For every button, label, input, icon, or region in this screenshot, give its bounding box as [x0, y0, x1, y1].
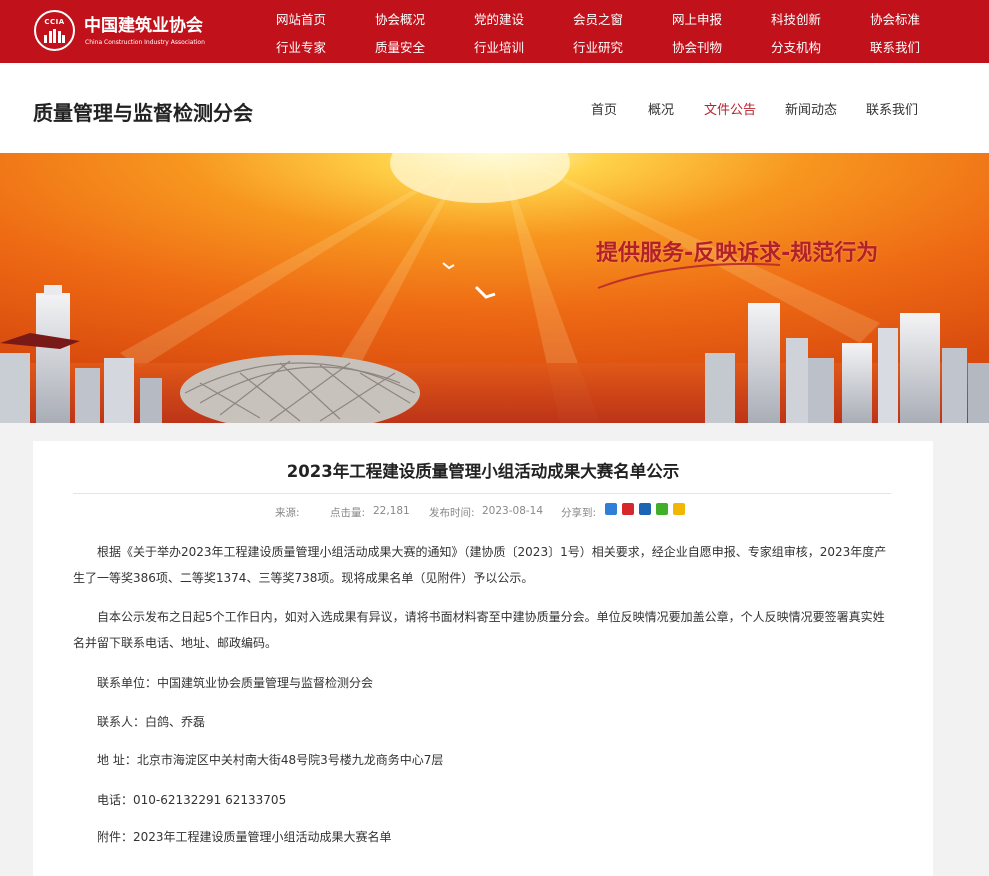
- article-paragraph-2: 自本公示发布之日起5个工作日内，如对入选成果有异议，请将书面材料寄至中建协质量分…: [73, 610, 885, 650]
- nav-publications[interactable]: 协会刊物: [672, 37, 722, 56]
- subnav-notices[interactable]: 文件公告: [704, 99, 756, 118]
- subnav-news[interactable]: 新闻动态: [785, 99, 837, 118]
- subnav-home[interactable]: 首页: [591, 99, 617, 118]
- nav-experts[interactable]: 行业专家: [276, 37, 326, 56]
- subnav-overview[interactable]: 概况: [648, 99, 674, 118]
- site-logo[interactable]: CCIA 中国建筑业协会 China Construction Industry…: [34, 10, 210, 54]
- plus-share-icon[interactable]: [605, 503, 617, 515]
- nav-research[interactable]: 行业研究: [573, 37, 623, 56]
- banner-slogan: 提供服务-反映诉求-规范行为: [596, 241, 879, 266]
- nav-branches[interactable]: 分支机构: [771, 37, 821, 56]
- site-name-en: China Construction Industry Association: [85, 39, 205, 46]
- branch-title: 质量管理与监督检测分会: [33, 101, 253, 125]
- weibo-share-icon[interactable]: [622, 503, 634, 515]
- nav-standards[interactable]: 协会标准: [870, 9, 920, 28]
- nav-about[interactable]: 协会概况: [375, 9, 425, 28]
- wechat-share-icon[interactable]: [656, 503, 668, 515]
- article-title: 2023年工程建设质量管理小组活动成果大赛名单公示: [286, 462, 680, 481]
- nav-quality[interactable]: 质量安全: [375, 37, 425, 56]
- attachment-link[interactable]: 附件：2023年工程建设质量管理小组活动成果大赛名单: [97, 828, 392, 845]
- nav-members[interactable]: 会员之窗: [573, 9, 623, 28]
- contact-person: 联系人：白鸽、乔磊: [97, 715, 206, 729]
- nav-home[interactable]: 网站首页: [276, 9, 326, 28]
- article-card: 2023年工程建设质量管理小组活动成果大赛名单公示 来源: 点击量: 22,18…: [33, 441, 933, 876]
- article-paragraph-1: 根据《关于举办2023年工程建设质量管理小组活动成果大赛的通知》（建协质〔202…: [73, 545, 887, 585]
- main-nav: 网站首页 协会概况 党的建设 会员之窗 网上申报 科技创新 协会标准 行业专家 …: [276, 0, 976, 63]
- banner-image: [0, 153, 989, 423]
- meta-date-label: 发布时间:: [429, 507, 475, 519]
- site-header: CCIA 中国建筑业协会 China Construction Industry…: [0, 0, 989, 63]
- nav-training[interactable]: 行业培训: [474, 37, 524, 56]
- meta-source-label: 来源:: [275, 507, 300, 519]
- nav-contact[interactable]: 联系我们: [870, 37, 920, 56]
- contact-phone: 电话：010-62132291 62133705: [97, 793, 287, 807]
- meta-clicks-value: 22,181: [373, 505, 410, 517]
- branch-header: 质量管理与监督检测分会 首页 概况 文件公告 新闻动态 联系我们: [0, 63, 989, 153]
- meta-clicks-label: 点击量:: [330, 507, 366, 519]
- ccia-logo-icon: CCIA: [34, 10, 75, 51]
- hero-banner: 提供服务-反映诉求-规范行为: [0, 153, 989, 423]
- meta-date-value: 2023-08-14: [482, 505, 544, 517]
- renren-share-icon[interactable]: [639, 503, 651, 515]
- meta-share-label: 分享到:: [561, 507, 597, 519]
- site-name: 中国建筑业协会: [84, 16, 203, 36]
- nav-party[interactable]: 党的建设: [474, 9, 524, 28]
- nav-online-apply[interactable]: 网上申报: [672, 9, 722, 28]
- nav-tech[interactable]: 科技创新: [771, 9, 821, 28]
- title-divider: [73, 493, 891, 494]
- contact-address: 地 址：北京市海淀区中关村南大街48号院3号楼九龙商务中心7层: [97, 753, 444, 767]
- qzone-share-icon[interactable]: [673, 503, 685, 515]
- contact-unit: 联系单位：中国建筑业协会质量管理与监督检测分会: [97, 676, 374, 690]
- subnav-contact[interactable]: 联系我们: [866, 99, 918, 118]
